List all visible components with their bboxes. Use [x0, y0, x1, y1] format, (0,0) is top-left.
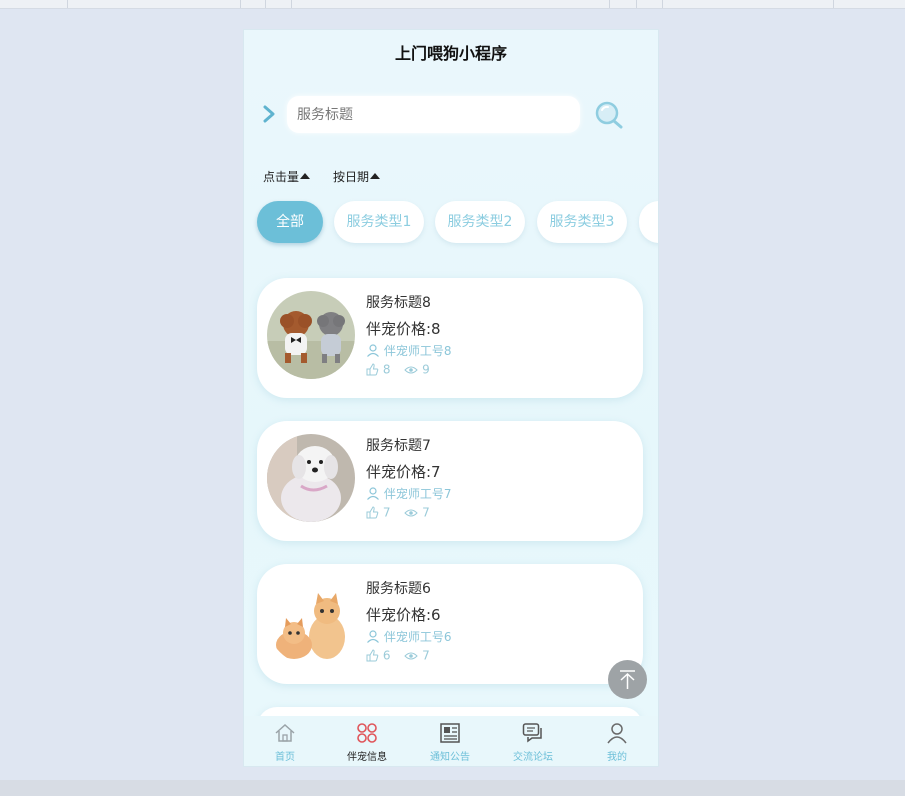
- tab-forum[interactable]: 交流论坛: [492, 716, 572, 766]
- card-price: 伴宠价格:7: [366, 463, 441, 481]
- service-card[interactable]: 服务标题7 伴宠价格:7 伴宠师工号7 7 7: [257, 421, 643, 541]
- card-staff-label: 伴宠师工号8: [383, 344, 452, 358]
- category-tab-type1[interactable]: 服务类型1: [334, 201, 424, 243]
- sort-by-clicks[interactable]: 点击量: [263, 168, 311, 185]
- user-icon: [607, 723, 627, 744]
- white-dog-photo: [267, 434, 355, 522]
- person-icon: [367, 487, 379, 500]
- browser-bottom-bar: [0, 780, 905, 796]
- forum-icon: [522, 723, 542, 743]
- search-field: [287, 96, 580, 133]
- service-card[interactable]: 服务标题6 伴宠价格:6 伴宠师工号6 6 7: [257, 564, 643, 684]
- scroll-to-top-button[interactable]: [608, 660, 647, 699]
- sort-up-icon: [300, 173, 311, 179]
- card-staff: 伴宠师工号7: [366, 485, 451, 502]
- kittens-photo: [267, 577, 355, 665]
- arrow-up-icon: [620, 670, 635, 689]
- card-likes: 6: [382, 648, 391, 663]
- browser-top-bar: [0, 0, 905, 9]
- tab-pet-info-label: 伴宠信息: [347, 752, 387, 763]
- home-icon: [275, 723, 295, 742]
- tab-mine[interactable]: 我的: [576, 716, 656, 766]
- category-tab-all[interactable]: 全部: [257, 201, 323, 243]
- tab-notice-label: 通知公告: [430, 752, 470, 763]
- tab-home-label: 首页: [275, 752, 295, 763]
- tab-mine-label: 我的: [607, 752, 627, 763]
- card-title: 服务标题8: [366, 295, 431, 311]
- thumbs-up-icon: [366, 363, 379, 376]
- category-tab-type2[interactable]: 服务类型2: [435, 201, 525, 243]
- category-tabs: 全部 服务类型1 服务类型2 服务类型3: [257, 201, 658, 245]
- card-staff: 伴宠师工号6: [366, 628, 451, 645]
- card-price: 伴宠价格:8: [366, 320, 441, 338]
- card-title: 服务标题7: [366, 438, 431, 454]
- tab-notice[interactable]: 通知公告: [409, 716, 489, 766]
- chevron-right-icon[interactable]: [261, 104, 277, 124]
- bottom-tab-bar: 首页 伴宠信息 通知公告 交流论坛 我的: [244, 716, 658, 766]
- category-tab-type3[interactable]: 服务类型3: [537, 201, 627, 243]
- tab-pet-info[interactable]: 伴宠信息: [326, 716, 406, 766]
- card-likes: 8: [382, 362, 391, 377]
- card-likes: 7: [382, 505, 391, 520]
- tab-home[interactable]: 首页: [244, 716, 324, 766]
- eye-icon: [404, 509, 419, 516]
- person-icon: [367, 344, 379, 357]
- sort-by-date[interactable]: 按日期: [333, 168, 381, 185]
- search-input[interactable]: [287, 96, 577, 133]
- phone-screen: 上门喂狗小程序 点击量 按日期 全部 服务类型1 服务类型2 服务类型3: [243, 29, 659, 767]
- card-stats: 7 7: [366, 505, 430, 520]
- card-staff-label: 伴宠师工号7: [383, 487, 452, 501]
- page-title: 上门喂狗小程序: [394, 44, 507, 63]
- sort-by-date-label: 按日期: [333, 170, 370, 184]
- tab-forum-label: 交流论坛: [513, 752, 553, 763]
- eye-icon: [404, 366, 419, 373]
- card-price: 伴宠价格:6: [366, 606, 441, 624]
- person-icon: [367, 630, 379, 643]
- category-tab-overflow[interactable]: [639, 201, 658, 243]
- search-icon[interactable]: [594, 100, 624, 130]
- card-title: 服务标题6: [366, 581, 431, 597]
- service-card[interactable]: 服务标题8 伴宠价格:8 伴宠师工号8 8 9: [257, 278, 643, 398]
- sort-by-clicks-label: 点击量: [263, 170, 300, 184]
- card-staff: 伴宠师工号8: [366, 342, 451, 359]
- card-staff-label: 伴宠师工号6: [383, 630, 452, 644]
- notice-icon: [440, 723, 460, 743]
- card-views: 7: [422, 505, 430, 520]
- poodles-photo: [267, 291, 355, 379]
- card-views: 7: [422, 648, 430, 663]
- thumbs-up-icon: [366, 506, 379, 519]
- card-views: 9: [422, 362, 430, 377]
- eye-icon: [404, 652, 419, 659]
- thumbs-up-icon: [366, 649, 379, 662]
- card-stats: 6 7: [366, 648, 430, 663]
- sort-up-icon: [370, 173, 381, 179]
- card-stats: 8 9: [366, 362, 430, 377]
- pet-info-icon: [357, 723, 377, 743]
